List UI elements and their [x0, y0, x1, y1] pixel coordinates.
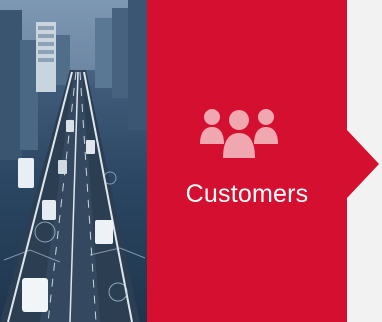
card-arrow-pointer — [347, 130, 379, 198]
customers-card-frame: Customers — [0, 0, 382, 322]
customers-card[interactable] — [147, 0, 347, 322]
highway-city-photo — [0, 0, 147, 322]
group-of-people-icon — [198, 104, 280, 160]
card-title: Customers — [185, 180, 309, 208]
